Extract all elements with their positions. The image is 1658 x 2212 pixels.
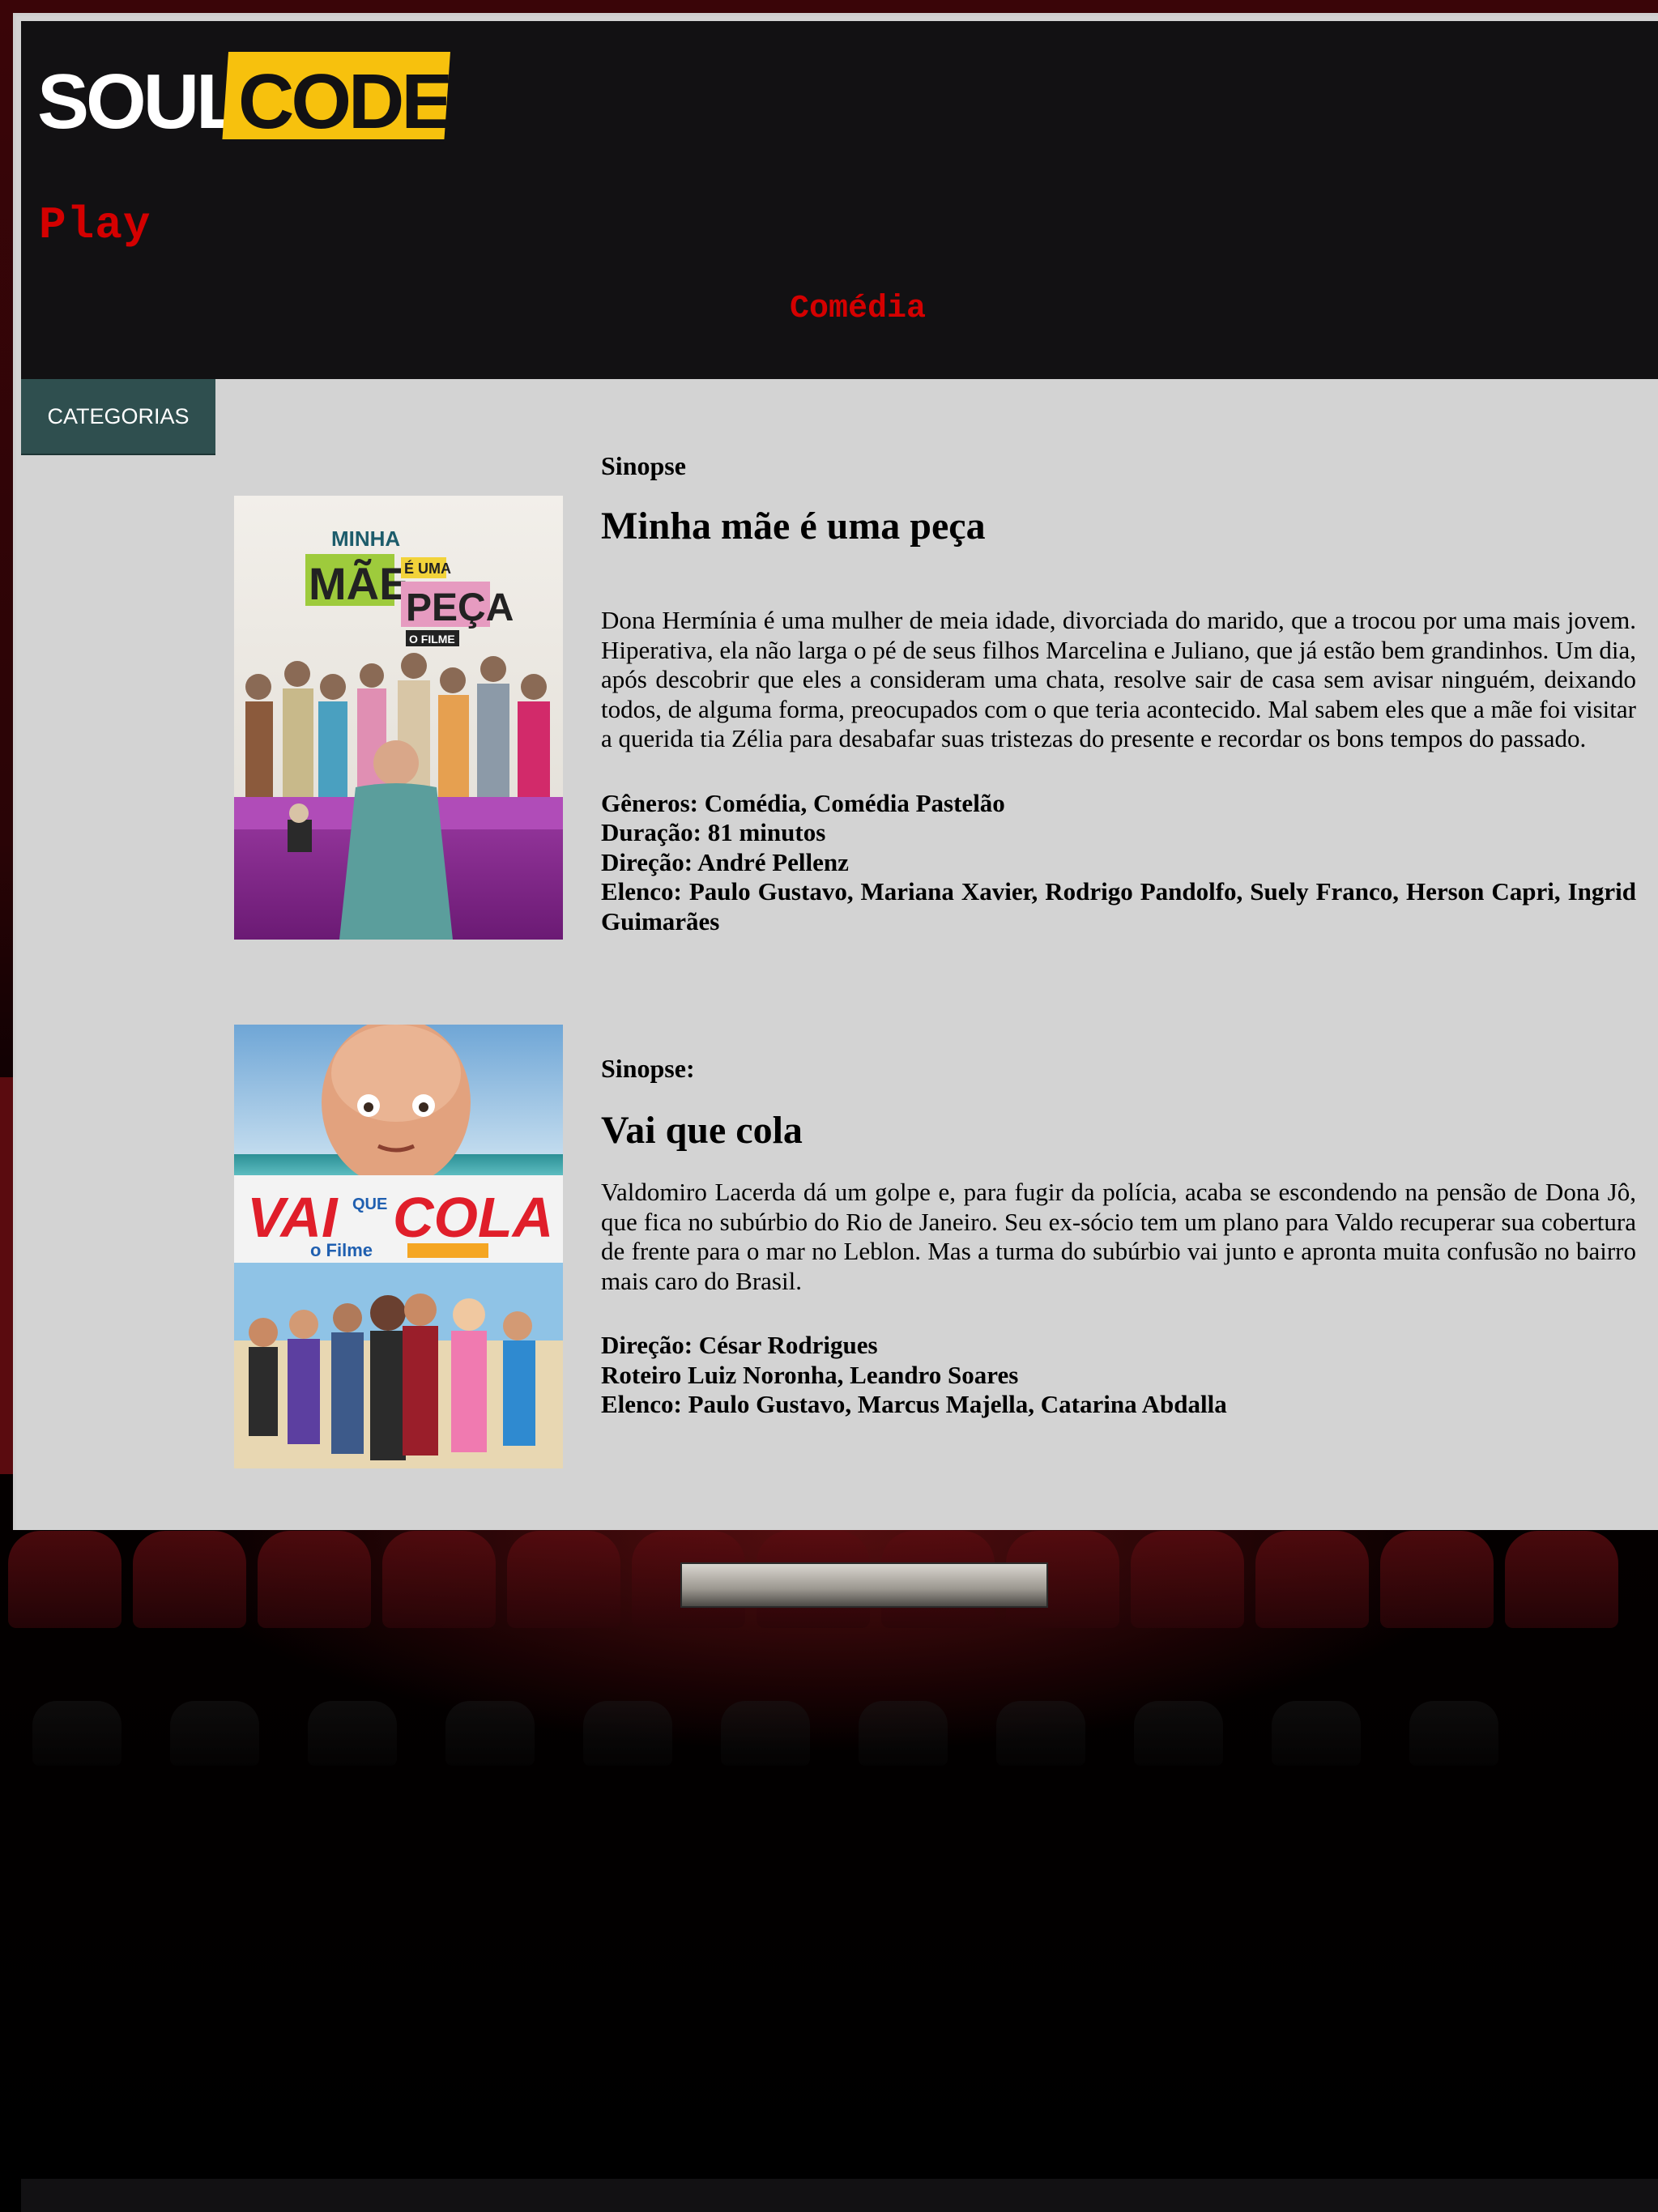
movie-poster-minha-mae[interactable]: MINHA MÃE É UMA PEÇA O FILME xyxy=(234,496,563,940)
categories-button[interactable]: CATEGORIAS xyxy=(21,379,215,455)
movie-details: Gêneros: Comédia, Comédia Pastelão Duraç… xyxy=(601,789,1636,937)
seat-row xyxy=(0,1701,1658,1766)
poster-title-line: COLA xyxy=(393,1186,553,1249)
poster-title-line: QUE xyxy=(352,1196,387,1213)
poster-title-line: o Filme xyxy=(310,1240,373,1260)
detail-duration: Duração: 81 minutos xyxy=(601,818,826,846)
detail-director: Direção: André Pellenz xyxy=(601,847,849,876)
site-footer xyxy=(21,2179,1658,2212)
detail-genres: Gêneros: Comédia, Comédia Pastelão xyxy=(601,788,1005,817)
movie-info-vai-que-cola: Sinopse: Vai que cola Valdomiro Lacerda … xyxy=(601,1053,1636,1420)
movie-title: Minha mãe é uma peça xyxy=(601,505,986,548)
stage xyxy=(680,1562,1048,1608)
poster-title-line: MINHA xyxy=(331,526,400,551)
sinopse-label: Sinopse xyxy=(601,451,686,480)
poster-title-line: MÃE xyxy=(309,558,409,609)
movie-synopsis: Dona Hermínia é uma mulher de meia idade… xyxy=(601,606,1636,752)
detail-cast: Elenco: Paulo Gustavo, Marcus Majella, C… xyxy=(601,1390,1227,1418)
detail-cast: Elenco: Paulo Gustavo, Mariana Xavier, R… xyxy=(601,877,1636,936)
sinopse-label: Sinopse: xyxy=(601,1054,695,1083)
logo-code-text: CODE xyxy=(238,58,450,141)
logo-soul-text: SOUL xyxy=(37,58,241,141)
detail-writers: Roteiro Luiz Noronha, Leandro Soares xyxy=(601,1360,1019,1389)
detail-director: Direção: César Rodrigues xyxy=(601,1331,878,1359)
poster-title-line: O FILME xyxy=(409,633,455,646)
red-curtain-edge xyxy=(0,1077,13,1474)
genre-heading: Comédia xyxy=(790,291,927,327)
movie-title: Vai que cola xyxy=(601,1109,803,1152)
poster-title-line: É UMA xyxy=(404,560,451,577)
poster-title-line: PEÇA xyxy=(406,586,514,629)
movie-poster-vai-que-cola[interactable]: VAI QUE COLA o Filme xyxy=(234,1025,563,1468)
movie-synopsis: Valdomiro Lacerda dá um golpe e, para fu… xyxy=(601,1178,1636,1295)
movie-details: Direção: César Rodrigues Roteiro Luiz No… xyxy=(601,1331,1636,1420)
brand-play-text: Play xyxy=(39,199,151,251)
soulcode-logo[interactable]: SOUL CODE xyxy=(37,52,458,145)
movie-info-minha-mae: Sinopse Minha mãe é uma peça Dona Hermín… xyxy=(601,450,1636,936)
